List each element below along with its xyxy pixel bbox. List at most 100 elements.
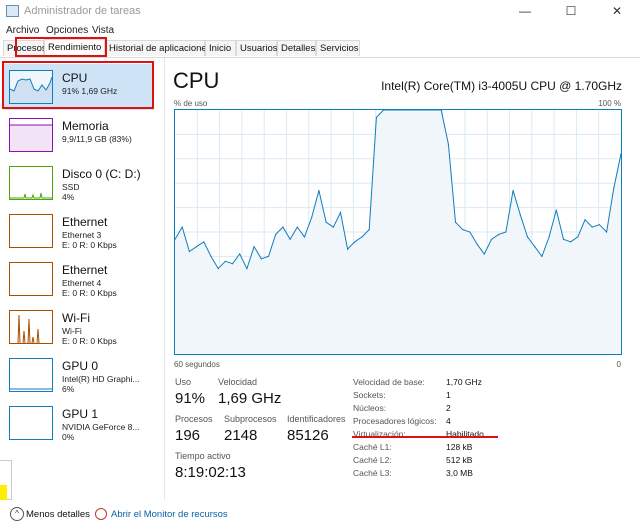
cpu-usage-point — [203, 241, 205, 243]
sidebar-item-detail: 91% 1,69 GHz — [62, 86, 118, 96]
cpu-usage-point — [476, 243, 478, 245]
disk-thumbnail — [9, 166, 53, 200]
menu-archivo[interactable]: Archivo — [6, 25, 39, 36]
cpu-usage-point — [181, 226, 183, 228]
tab-historial[interactable]: Historial de aplicaciones — [105, 40, 211, 56]
detail-value-velocidad-base: 1,70 GHz — [446, 377, 482, 387]
cpu-usage-point — [267, 255, 270, 257]
cpu-usage-point — [253, 246, 255, 248]
sidebar-item-detail-2: 0% — [62, 432, 75, 442]
cpu-usage-point — [534, 246, 536, 248]
cpu-usage-point — [275, 233, 277, 235]
sidebar-item-detail-2: E: 0 R: 0 Kbps — [62, 240, 117, 250]
cpu-usage-point — [231, 263, 234, 265]
title-bar: Administrador de tareas — ☐ ✕ — [0, 0, 640, 23]
detail-label-cache-l1: Caché L1: — [353, 442, 392, 452]
memory-thumbnail — [9, 118, 53, 152]
cpu-usage-point — [570, 241, 572, 243]
sidebar-item-label: Wi-Fi — [62, 311, 90, 325]
sidebar-item-memoria[interactable]: Memoria 9,9/11,9 GB (83%) — [4, 112, 154, 158]
cpu-usage-point — [217, 268, 219, 270]
sidebar-item-ethernet-4[interactable]: Ethernet Ethernet 4 E: 0 R: 0 Kbps — [4, 256, 154, 302]
cpu-usage-point — [339, 211, 342, 214]
cpu-usage-point — [311, 216, 313, 218]
cpu-usage-point — [332, 226, 334, 228]
sidebar-item-label: GPU 0 — [62, 359, 99, 373]
menu-vista[interactable]: Vista — [92, 25, 114, 36]
cpu-usage-point — [498, 233, 500, 235]
open-resource-monitor-link[interactable]: Abrir el Monitor de recursos — [111, 509, 228, 520]
cpu-usage-point — [577, 236, 579, 238]
tab-procesos[interactable]: Procesos — [3, 40, 47, 56]
velocidad-label: Velocidad — [218, 377, 258, 387]
sidebar-item-label: Memoria — [62, 119, 109, 133]
cpu-usage-point — [526, 236, 529, 238]
sidebar-item-gpu-0[interactable]: GPU 0 Intel(R) HD Graphi... 6% — [4, 352, 154, 398]
detail-value-cache-l3: 3,0 MB — [446, 468, 473, 478]
cpu-usage-point — [519, 214, 521, 216]
cpu-usage-point — [483, 253, 485, 255]
cpu-usage-point — [354, 241, 356, 243]
menu-opciones[interactable]: Opciones — [46, 25, 88, 36]
resource-monitor-icon[interactable] — [95, 508, 107, 520]
cpu-usage-point — [303, 236, 306, 238]
less-details-button[interactable]: Menos detalles — [26, 509, 90, 520]
chevron-up-icon[interactable]: ^ — [10, 507, 24, 521]
cpu-usage-point — [548, 236, 550, 238]
cpu-usage-point — [282, 226, 284, 228]
sidebar-item-detail: Intel(R) HD Graphi... — [62, 374, 140, 384]
task-manager-icon — [6, 5, 19, 17]
identificadores-value: 85126 — [287, 427, 329, 444]
tab-inicio[interactable]: Inicio — [205, 40, 236, 56]
sidebar-item-disco[interactable]: Disco 0 (C: D:) SSD 4% — [4, 160, 154, 206]
sidebar-item-ethernet-3[interactable]: Ethernet Ethernet 3 E: 0 R: 0 Kbps — [4, 208, 154, 254]
uso-value: 91% — [175, 390, 206, 407]
sidebar-item-cpu[interactable]: CPU 91% 1,69 GHz — [4, 64, 154, 110]
maximize-button[interactable]: ☐ — [548, 0, 594, 23]
graph-y-label: % de uso — [174, 99, 208, 108]
gpu-thumbnail — [9, 406, 53, 440]
detail-label-procesadores: Procesadores lógicos: — [353, 416, 437, 426]
performance-sidebar: CPU 91% 1,69 GHz Memoria 9,9/11,9 GB (83… — [0, 58, 165, 500]
cpu-usage-point — [239, 253, 241, 255]
gpu-thumbnail — [9, 358, 53, 392]
sidebar-item-detail: SSD — [62, 182, 80, 192]
sidebar-item-wifi[interactable]: Wi-Fi Wi-Fi E: 0 R: 0 Kbps — [4, 304, 154, 350]
identificadores-label: Identificadores — [287, 414, 346, 424]
cpu-usage-point — [246, 268, 248, 270]
tiempo-activo-value: 8:19:02:13 — [175, 464, 246, 481]
cpu-usage-point — [613, 187, 615, 189]
sidebar-item-gpu-1[interactable]: GPU 1 NVIDIA GeForce 8... 0% — [4, 400, 154, 446]
sidebar-item-detail-2: E: 0 R: 0 Kbps — [62, 288, 117, 298]
cpu-usage-point — [224, 260, 226, 262]
detail-label-velocidad-base: Velocidad de base: — [353, 377, 425, 387]
disk-thumbnail-graph — [10, 192, 52, 199]
menu-bar: Archivo Opciones Vista — [0, 23, 640, 39]
close-button[interactable]: ✕ — [594, 0, 640, 23]
cpu-usage-point — [325, 221, 327, 223]
subprocesos-value: 2148 — [224, 427, 258, 444]
cpu-usage-point — [555, 209, 557, 211]
tab-rendimiento[interactable]: Rendimiento — [44, 39, 105, 57]
tab-strip: Procesos Rendimiento Historial de aplica… — [0, 39, 640, 58]
detail-label-cache-l3: Caché L3: — [353, 468, 392, 478]
minimize-button[interactable]: — — [502, 0, 548, 23]
sidebar-item-detail-2: 4% — [62, 192, 75, 202]
subprocesos-label: Subprocesos — [224, 414, 277, 424]
detail-value-nucleos: 2 — [446, 403, 451, 413]
graph-y-max-label: 100 % — [598, 99, 621, 108]
detail-label-cache-l2: Caché L2: — [353, 455, 392, 465]
tab-servicios[interactable]: Servicios — [316, 40, 360, 56]
sidebar-item-detail: Wi-Fi — [62, 326, 82, 336]
cpu-usage-point — [591, 226, 593, 228]
tab-usuarios[interactable]: Usuarios — [236, 40, 278, 56]
sidebar-item-label: CPU — [62, 71, 88, 85]
cpu-usage-point — [505, 231, 507, 233]
graph-time-label: 60 segundos — [174, 360, 220, 369]
procesos-label: Procesos — [175, 414, 213, 424]
tab-detalles[interactable]: Detalles — [277, 40, 316, 56]
sidebar-item-label: GPU 1 — [62, 407, 99, 421]
page-title: CPU — [173, 68, 220, 93]
cpu-usage-point — [260, 258, 262, 260]
cpu-usage-point — [584, 219, 586, 221]
